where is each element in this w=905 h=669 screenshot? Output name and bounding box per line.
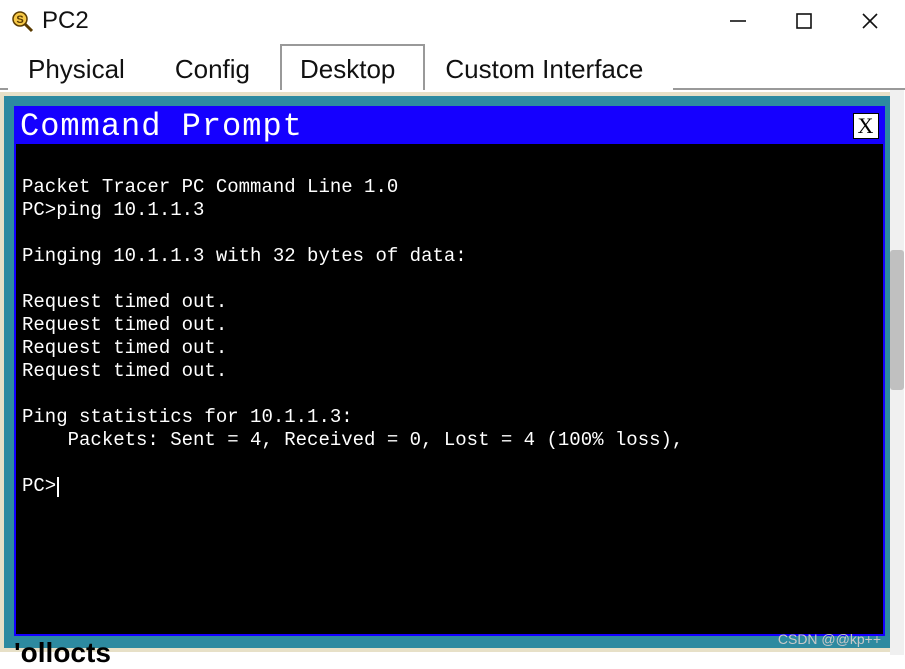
window-titlebar: S PC2	[0, 0, 905, 42]
window-title: PC2	[42, 7, 705, 35]
command-prompt-window: Command Prompt X Packet Tracer PC Comman…	[14, 106, 885, 636]
terminal-line: Request timed out.	[22, 337, 227, 359]
command-prompt-output[interactable]: Packet Tracer PC Command Line 1.0 PC>pin…	[16, 144, 883, 504]
tab-desktop[interactable]: Desktop	[280, 44, 425, 90]
minimize-button[interactable]	[705, 0, 771, 42]
tab-custom-interface[interactable]: Custom Interface	[425, 44, 673, 90]
terminal-line: Pinging 10.1.1.3 with 32 bytes of data:	[22, 245, 467, 267]
command-prompt-close-button[interactable]: X	[853, 113, 879, 139]
tab-bar: Physical Config Desktop Custom Interface	[0, 42, 905, 90]
terminal-line: Request timed out.	[22, 360, 227, 382]
cropped-footer-text: 'ollocts	[14, 637, 111, 669]
tab-config[interactable]: Config	[155, 44, 280, 90]
terminal-cursor	[57, 477, 59, 497]
command-prompt-title: Command Prompt	[20, 108, 853, 145]
window-controls	[705, 0, 903, 42]
svg-text:S: S	[16, 14, 23, 26]
terminal-line: Request timed out.	[22, 314, 227, 336]
tab-physical[interactable]: Physical	[8, 44, 155, 90]
close-button[interactable]	[837, 0, 903, 42]
command-prompt-titlebar[interactable]: Command Prompt X	[16, 108, 883, 144]
terminal-line: Packets: Sent = 4, Received = 0, Lost = …	[22, 429, 683, 451]
app-icon: S	[8, 7, 36, 35]
scrollbar-thumb[interactable]	[890, 250, 904, 390]
watermark-text: CSDN @@kp++	[778, 631, 881, 647]
terminal-line: Packet Tracer PC Command Line 1.0	[22, 176, 398, 198]
terminal-prompt: PC>	[22, 475, 56, 497]
vertical-scrollbar[interactable]	[890, 90, 904, 655]
terminal-line: Request timed out.	[22, 291, 227, 313]
terminal-line: Ping statistics for 10.1.1.3:	[22, 406, 353, 428]
desktop-panel: Command Prompt X Packet Tracer PC Comman…	[0, 92, 899, 652]
maximize-button[interactable]	[771, 0, 837, 42]
terminal-line: PC>ping 10.1.1.3	[22, 199, 204, 221]
